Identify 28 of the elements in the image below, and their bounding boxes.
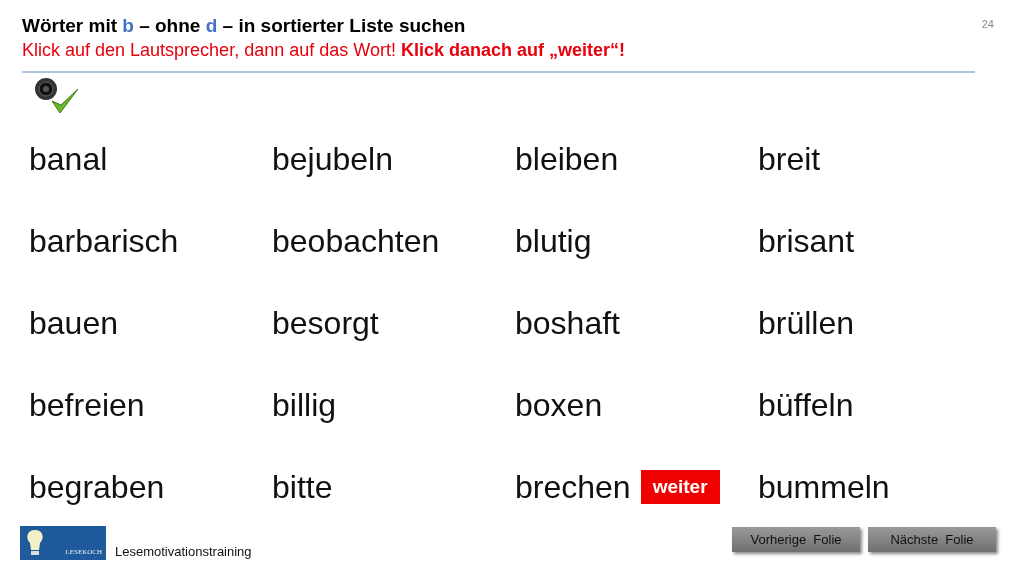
word[interactable]: brechen [515, 468, 631, 506]
caption: Lesemotivationstraining [115, 544, 252, 559]
word[interactable]: besorgt [272, 304, 379, 342]
word[interactable]: bauen [29, 304, 118, 342]
word[interactable]: brüllen [758, 304, 855, 342]
word[interactable]: bejubeln [272, 140, 393, 178]
page-number: 24 [981, 18, 994, 30]
word[interactable]: beobachten [272, 222, 440, 260]
word[interactable]: befreien [29, 386, 145, 424]
word[interactable]: begraben [29, 468, 165, 506]
word[interactable]: büffeln [758, 386, 854, 424]
previous-slide-button[interactable]: Vorherige Folie [732, 527, 860, 552]
word[interactable]: barbarisch [29, 222, 179, 260]
word[interactable]: boxen [515, 386, 603, 424]
word[interactable]: billig [272, 386, 337, 424]
word[interactable]: banal [29, 140, 108, 178]
word[interactable]: bleiben [515, 140, 619, 178]
instruction-text: Klick auf den Lautsprecher, dann auf das Wort! Klick danach auf „weiter“! [22, 39, 625, 62]
word[interactable]: boshaft [515, 304, 620, 342]
speaker-icon[interactable] [34, 77, 58, 101]
word[interactable]: blutig [515, 222, 592, 260]
next-slide-button[interactable]: Nächste Folie [868, 527, 996, 552]
word[interactable]: bummeln [758, 468, 890, 506]
word[interactable]: breit [758, 140, 821, 178]
word[interactable]: bitte [272, 468, 333, 506]
continue-button[interactable]: weiter [640, 470, 720, 504]
slide-title: Wörter mit b – ohne d – in sortierter Liste suchen [22, 14, 466, 38]
word[interactable]: brisant [758, 222, 855, 260]
